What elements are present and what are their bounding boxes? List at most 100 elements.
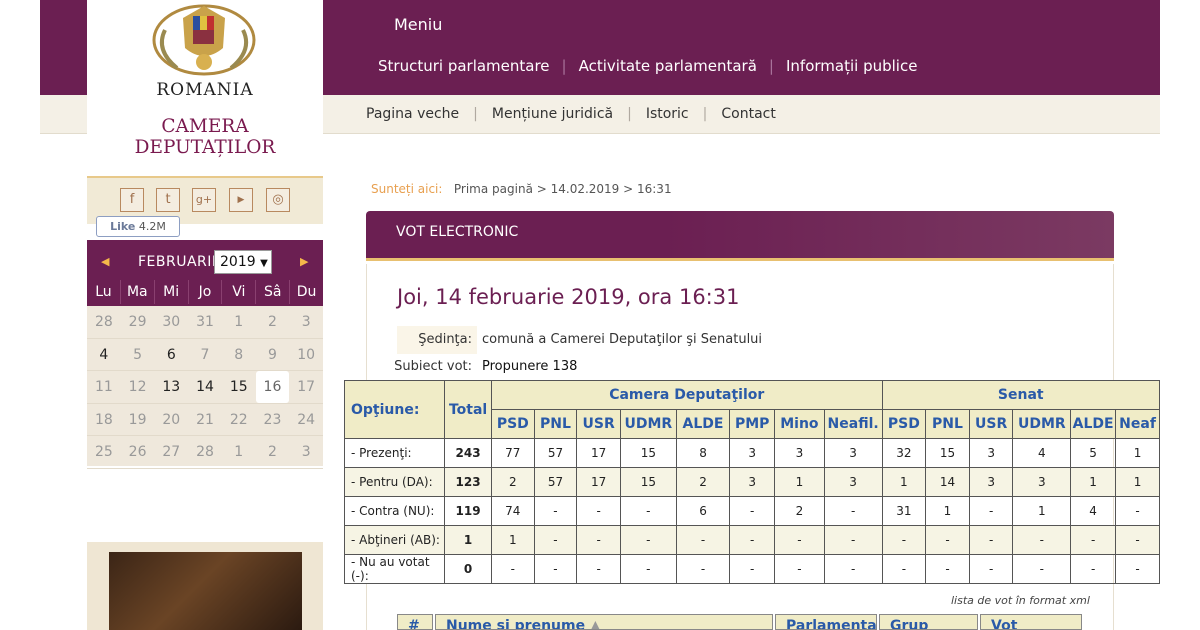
senate-header: Senat xyxy=(881,380,1160,410)
option-header: Opţiune: xyxy=(343,380,446,439)
coat-of-arms-icon xyxy=(152,4,256,76)
calendar-day: 3 xyxy=(301,314,311,330)
logo-line-1: CAMERA xyxy=(161,116,249,137)
table-cell: - xyxy=(968,525,1014,555)
logo-country: ROMANIA xyxy=(156,80,254,100)
nav-structuri[interactable]: Structuri parlamentare xyxy=(378,57,550,75)
row-total: 1 xyxy=(444,525,492,555)
youtube-icon[interactable]: ▶ xyxy=(229,188,253,212)
calendar-day: 5 xyxy=(133,346,143,363)
weekday-row: Lu Ma Mi Jo Vi Sâ Du xyxy=(87,280,323,304)
facebook-icon[interactable]: f xyxy=(120,188,144,212)
calendar-day: 2 xyxy=(267,444,277,461)
nav-informatii[interactable]: Informații publice xyxy=(786,57,917,75)
table-cell: 1 xyxy=(1012,496,1072,526)
party-header: Neaf xyxy=(1115,409,1160,439)
calendar-day[interactable]: 6 xyxy=(154,339,188,371)
table-cell: - xyxy=(968,496,1014,526)
table-cell: 14 xyxy=(925,467,970,497)
calendar-day[interactable]: 16 xyxy=(255,371,290,403)
xml-list-link[interactable]: lista de vot în format xml xyxy=(951,594,1090,607)
subnav-contact[interactable]: Contact xyxy=(721,106,775,122)
calendar-day[interactable]: 13 xyxy=(154,371,188,403)
calendar-day[interactable]: 4 xyxy=(87,339,121,371)
table-cell: - xyxy=(1115,525,1160,555)
table-cell: 8 xyxy=(675,438,731,468)
weekday-label: Mi xyxy=(153,280,188,304)
calendar-day: 2 xyxy=(267,314,277,330)
table-cell: - xyxy=(576,525,621,555)
menu-title[interactable]: Meniu xyxy=(394,15,442,34)
table-cell: 1 xyxy=(925,496,970,526)
calendar-day: 25 xyxy=(94,444,113,461)
calendar-day: 10 xyxy=(297,346,316,363)
table-cell: - xyxy=(729,496,776,526)
weekday-label: Vi xyxy=(221,280,255,304)
table-cell: - xyxy=(619,554,677,584)
calendar-day: 7 xyxy=(200,346,210,363)
table-cell: - xyxy=(968,554,1014,584)
table-cell: - xyxy=(675,525,731,555)
subnav-pagina-veche[interactable]: Pagina veche xyxy=(366,106,459,122)
list-header-name-label: Nume şi prenume xyxy=(446,618,586,630)
table-cell: 1 xyxy=(881,467,927,497)
breadcrumb-path[interactable]: Prima pagină > 14.02.2019 > 16:31 xyxy=(454,182,672,196)
table-cell: 77 xyxy=(490,438,535,468)
promo-box xyxy=(87,542,323,630)
table-row: - Contra (NU): 119 74- - -6-2-31 1-1 4- xyxy=(343,496,1160,526)
calendar-day: 31 xyxy=(196,314,214,330)
table-cell: 17 xyxy=(576,438,621,468)
instagram-icon[interactable]: ◎ xyxy=(266,188,290,212)
table-cell: 2 xyxy=(675,467,731,497)
nav-separator: | xyxy=(473,106,478,122)
nav-separator: | xyxy=(702,106,708,122)
list-header-vot[interactable]: Vot xyxy=(980,614,1082,630)
calendar-day: 21 xyxy=(196,411,214,428)
vote-results-table: Opţiune: Total Camera Deputaţilor Senat … xyxy=(343,380,1160,584)
party-header: USR xyxy=(576,409,621,439)
party-header: PMP xyxy=(729,409,776,439)
list-header-name[interactable]: Nume şi prenume ▲ xyxy=(435,614,773,630)
table-cell: 3 xyxy=(823,438,883,468)
table-cell: - xyxy=(729,554,776,584)
subnav-istoric[interactable]: Istoric xyxy=(646,106,689,122)
table-cell: - xyxy=(533,525,578,555)
table-cell: 4 xyxy=(1070,496,1117,526)
calendar-day: 22 xyxy=(229,411,248,428)
list-header-parlamentar[interactable]: Parlamentar xyxy=(775,614,877,630)
list-header-number: # xyxy=(397,614,433,630)
table-row: - Nu au votat (-): 0- - - - - - - - - - - - - - xyxy=(343,554,1160,584)
table-cell: 3 xyxy=(774,438,825,468)
table-cell: 3 xyxy=(823,467,883,497)
calendar-week: 28 29 30 31 1 2 3 xyxy=(87,306,323,339)
table-row: - Prezenţi: 243 77 57 17 15 8 3 3 3 32 15 3 4 5 1 xyxy=(343,438,1160,468)
table-cell: - xyxy=(774,525,825,555)
like-label: Like xyxy=(110,220,136,233)
site-logo[interactable]: ROMANIA CAMERA DEPUTAȚILOR xyxy=(87,0,323,178)
table-cell: - xyxy=(823,525,883,555)
next-month-icon[interactable]: ▶ xyxy=(300,255,308,268)
weekday-label: Lu xyxy=(95,284,112,300)
facebook-like-button[interactable]: Like 4.2M xyxy=(96,216,180,237)
google-plus-icon[interactable]: g+ xyxy=(192,188,216,212)
table-cell: 57 xyxy=(533,438,578,468)
calendar-day: 28 xyxy=(196,444,214,461)
prev-month-icon[interactable]: ◀ xyxy=(101,255,109,268)
twitter-icon[interactable]: t xyxy=(156,188,180,212)
promo-image[interactable] xyxy=(109,552,302,630)
table-cell: - xyxy=(925,554,970,584)
table-cell: 3 xyxy=(968,438,1014,468)
sort-icon: ▲ xyxy=(589,618,601,630)
row-label: - Contra (NU): xyxy=(343,496,446,526)
table-cell: - xyxy=(823,554,883,584)
nav-activitate[interactable]: Activitate parlamentară xyxy=(579,57,757,75)
calendar-day[interactable]: 15 xyxy=(222,371,256,403)
year-select[interactable]: 2019 ▼ xyxy=(214,250,272,274)
calendar-day[interactable]: 14 xyxy=(188,371,222,403)
calendar-day: 26 xyxy=(128,444,147,461)
table-cell: 3 xyxy=(1012,467,1072,497)
subnav-mentiune[interactable]: Mențiune juridică xyxy=(492,106,613,122)
list-header-grup[interactable]: Grup xyxy=(879,614,978,630)
session-value: comună a Camerei Deputaţilor şi Senatulu… xyxy=(482,332,763,347)
main-nav: Structuri parlamentare | Activitate parlam… xyxy=(378,57,917,75)
